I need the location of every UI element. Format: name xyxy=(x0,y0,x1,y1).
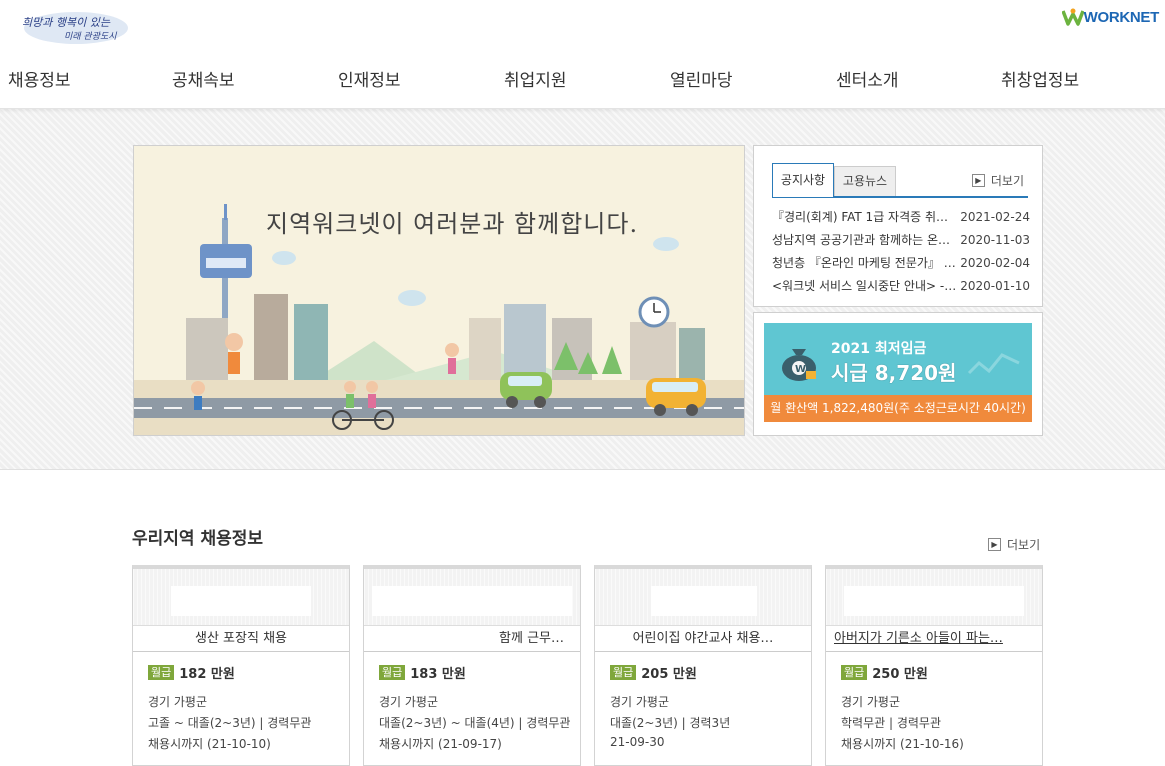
jobs-more-link[interactable]: ▶ 더보기 xyxy=(988,536,1040,553)
job-location: 경기 가평군 xyxy=(841,695,901,709)
job-pay: 월급 250 만원 xyxy=(841,663,928,682)
list-item[interactable]: <워크넷 서비스 일시중단 안내> - 1월 11일 2020-01-10 xyxy=(772,275,1030,298)
job-location: 경기 가평군 xyxy=(610,695,670,709)
list-item[interactable]: 성남지역 공공기관과 함께하는 온라인 채용설명회 2020-11-03 xyxy=(772,229,1030,252)
nav-item-open-forum[interactable]: 열린마당 xyxy=(670,66,733,91)
job-title[interactable]: 생산 포장직 채용 xyxy=(141,626,341,652)
job-title[interactable]: 함께 근무… xyxy=(372,626,564,652)
notice-date: 2020-02-04 xyxy=(960,256,1030,270)
job-deadline: 채용시까지 (21-09-17) xyxy=(379,737,502,751)
worknet-logo[interactable]: WORKNET xyxy=(1061,6,1160,28)
jobs-more-label: 더보기 xyxy=(1007,538,1041,552)
notice-title[interactable]: 청년층 『온라인 마케팅 전문가』 양성과정 xyxy=(772,252,958,275)
notice-date: 2020-11-03 xyxy=(960,233,1030,247)
company-logo-placeholder xyxy=(133,569,349,626)
job-deadline: 채용시까지 (21-10-16) xyxy=(841,737,964,751)
job-education: 학력무관 | 경력무관 xyxy=(841,716,941,730)
hero-banner: 지역워크넷이 여러분과 함께합니다. xyxy=(133,145,745,436)
notice-date: 2021-02-24 xyxy=(960,210,1030,224)
company-logo-placeholder xyxy=(364,569,580,626)
worknet-w-icon xyxy=(1061,8,1084,26)
job-deadline: 21-09-30 xyxy=(610,735,665,749)
jobs-section-title: 우리지역 채용정보 xyxy=(132,529,264,549)
notice-title[interactable]: <워크넷 서비스 일시중단 안내> - 1월 11일 xyxy=(772,275,958,298)
job-location: 경기 가평군 xyxy=(148,695,208,709)
tab-notice[interactable]: 공지사항 xyxy=(772,163,834,197)
pay-type-badge: 월급 xyxy=(610,665,637,680)
pay-type-badge: 월급 xyxy=(379,665,406,680)
job-location: 경기 가평군 xyxy=(379,695,439,709)
main-nav: 채용정보 공채속보 인재정보 취업지원 열린마당 센터소개 취창업정보 xyxy=(0,66,1165,94)
wage-banner-top: W 2021 최저임금 시급 8,720원 xyxy=(764,323,1032,395)
minimum-wage-banner[interactable]: W 2021 최저임금 시급 8,720원 월 환산액 1,822,480원(주… xyxy=(753,312,1043,436)
notice-tabs: 공지사항 고용뉴스 ▶ 더보기 xyxy=(772,163,1028,198)
job-deadline: 채용시까지 (21-10-10) xyxy=(148,737,271,751)
company-logo-placeholder xyxy=(826,569,1042,626)
job-card[interactable]: 어린이집 야간교사 채용… 월급 205 만원 경기 가평군 대졸(2~3년) … xyxy=(594,565,812,766)
chevron-right-icon: ▶ xyxy=(971,174,985,187)
notice-title[interactable]: 『경리(회계) FAT 1급 자격증 취득 과정』 교육생 모집 xyxy=(772,206,958,229)
chevron-right-icon: ▶ xyxy=(988,538,1001,551)
nav-item-employment-support[interactable]: 취업지원 xyxy=(504,66,567,91)
tab-employment-news[interactable]: 고용뉴스 xyxy=(834,166,896,196)
nav-item-talent[interactable]: 인재정보 xyxy=(338,66,401,91)
nav-item-startup-info[interactable]: 취창업정보 xyxy=(1001,66,1079,91)
moneybag-icon: W xyxy=(782,349,816,381)
notice-more-label: 더보기 xyxy=(990,174,1024,188)
svg-text:희망과 행복이 있는: 희망과 행복이 있는 xyxy=(22,16,111,29)
list-item[interactable]: 『경리(회계) FAT 1급 자격증 취득 과정』 교육생 모집 2021-02… xyxy=(772,206,1030,229)
wage-hourly: 시급 8,720원 xyxy=(831,361,957,385)
nav-item-center-intro[interactable]: 센터소개 xyxy=(836,66,899,91)
site-header: 희망과 행복이 있는 미래 관광도시 WORKNET 채용정보 공채속보 인재정… xyxy=(0,0,1165,109)
pay-type-badge: 월급 xyxy=(841,665,868,680)
nav-item-jobs[interactable]: 채용정보 xyxy=(8,66,71,91)
city-illustration xyxy=(134,146,744,435)
city-logo[interactable]: 희망과 행복이 있는 미래 관광도시 xyxy=(14,8,132,46)
job-title[interactable]: 아버지가 기른소 아들이 파는… xyxy=(834,626,1034,652)
notice-list: 『경리(회계) FAT 1급 자격증 취득 과정』 교육생 모집 2021-02… xyxy=(772,206,1030,298)
wage-year-label: 2021 최저임금 xyxy=(831,341,927,357)
list-item[interactable]: 청년층 『온라인 마케팅 전문가』 양성과정 2020-02-04 xyxy=(772,252,1030,275)
hero-slogan: 지역워크넷이 여러분과 함께합니다. xyxy=(266,210,639,238)
notice-title[interactable]: 성남지역 공공기관과 함께하는 온라인 채용설명회 xyxy=(772,229,958,252)
notice-more-link[interactable]: ▶ 더보기 xyxy=(971,172,1024,189)
job-education: 대졸(2~3년) ~ 대졸(4년) | 경력무관 xyxy=(379,716,571,730)
job-education: 대졸(2~3년) | 경력3년 xyxy=(610,716,731,730)
job-card[interactable]: 함께 근무… 월급 183 만원 경기 가평군 대졸(2~3년) ~ 대졸(4년… xyxy=(363,565,581,766)
svg-text:미래 관광도시: 미래 관광도시 xyxy=(64,31,117,42)
job-card[interactable]: 생산 포장직 채용 월급 182 만원 경기 가평군 고졸 ~ 대졸(2~3년)… xyxy=(132,565,350,766)
notice-panel: 공지사항 고용뉴스 ▶ 더보기 『경리(회계) FAT 1급 자격증 취득 과정… xyxy=(753,145,1043,307)
job-pay-amount: 250 만원 xyxy=(872,667,928,682)
svg-text:W: W xyxy=(795,364,806,375)
job-pay: 월급 183 만원 xyxy=(379,663,466,682)
job-card[interactable]: 아버지가 기른소 아들이 파는… 월급 250 만원 경기 가평군 학력무관 |… xyxy=(825,565,1043,766)
job-title[interactable]: 어린이집 야간교사 채용… xyxy=(603,626,803,652)
wage-deco-icon xyxy=(967,353,1020,375)
pay-type-badge: 월급 xyxy=(148,665,175,680)
job-pay-amount: 183 만원 xyxy=(410,667,466,682)
job-education: 고졸 ~ 대졸(2~3년) | 경력무관 xyxy=(148,716,312,730)
worknet-logo-text: WORKNET xyxy=(1083,8,1160,26)
job-pay-amount: 205 만원 xyxy=(641,667,697,682)
notice-date: 2020-01-10 xyxy=(960,279,1030,293)
nav-item-public-recruit[interactable]: 공채속보 xyxy=(172,66,235,91)
company-logo-placeholder xyxy=(595,569,811,626)
job-pay: 월급 182 만원 xyxy=(148,663,235,682)
wage-monthly: 월 환산액 1,822,480원(주 소정근로시간 40시간) xyxy=(764,395,1032,422)
job-pay: 월급 205 만원 xyxy=(610,663,697,682)
job-pay-amount: 182 만원 xyxy=(179,667,235,682)
